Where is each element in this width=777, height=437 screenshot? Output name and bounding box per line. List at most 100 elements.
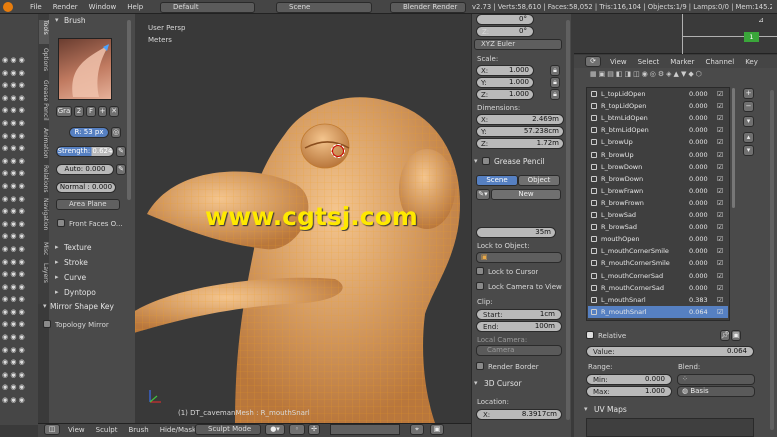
eye-icon[interactable]: ◉ ◉ ◉ (2, 220, 36, 233)
shape-key-name[interactable]: R_mouthCornerSmile (601, 259, 670, 267)
shape-key-row[interactable]: R_topLidOpen 0.000 ☑ (588, 100, 728, 112)
3d-cursor-header[interactable]: 3D Cursor (484, 379, 522, 388)
properties-context-icons[interactable]: ▦▣▤◧◨◫◉◎⚙◈▲▼◆⬡ (590, 70, 770, 78)
eye-icon[interactable]: ◉ ◉ ◉ (2, 195, 36, 208)
move-up-icon[interactable]: ▴ (743, 132, 754, 143)
menu-select[interactable]: Select (638, 58, 660, 66)
tab-navigation[interactable]: Navigation (39, 198, 49, 238)
shape-key-value[interactable]: 0.000 (689, 247, 708, 255)
collapsed-arrow-icon[interactable]: ▸ (55, 288, 59, 296)
collapse-arrow-icon[interactable]: ▾ (584, 405, 588, 413)
pressure-strength-icon[interactable]: ✎ (116, 146, 126, 157)
menu-file[interactable]: File (30, 3, 42, 11)
tab-grease-pencil[interactable]: Grease Pencil (39, 80, 49, 124)
normal-weight-field[interactable]: Normal : 0.000 (56, 182, 116, 193)
shape-key-name[interactable]: L_browUp (601, 138, 633, 146)
local-camera-field[interactable]: Camera (476, 345, 562, 356)
rotation-y-field[interactable]: 0° (476, 14, 534, 25)
mute-checkbox-icon[interactable]: ☑ (717, 138, 723, 146)
shape-key-value[interactable]: 0.000 (689, 114, 708, 122)
menu-view[interactable]: View (68, 426, 85, 434)
mini-graph-area[interactable]: 1 (574, 14, 777, 54)
mute-checkbox-icon[interactable]: ☑ (717, 102, 723, 110)
lock-icon[interactable]: 🔒︎ (550, 89, 560, 100)
shape-key-row[interactable]: L_mouthCornerSad 0.000 ☑ (588, 270, 728, 282)
gp-tab-object[interactable]: Object (518, 175, 560, 186)
eye-icon[interactable]: ◉ ◉ ◉ (2, 119, 36, 132)
dimension-z-field[interactable]: 1.72m (476, 138, 564, 149)
brush-panel-header[interactable]: Brush (64, 16, 86, 25)
shape-key-name[interactable]: mouthOpen (601, 235, 639, 243)
lens-field-partial[interactable]: 35m (476, 227, 556, 238)
collapse-arrow-icon[interactable]: ▾ (43, 302, 47, 310)
grease-pencil-header[interactable]: Grease Pencil (494, 157, 545, 166)
shape-key-name[interactable]: R_browDown (601, 175, 643, 183)
mute-checkbox-icon[interactable]: ☑ (717, 308, 723, 316)
collapse-arrow-icon[interactable]: ▾ (55, 16, 59, 24)
view-resize-handle-icon[interactable]: ⊿ (758, 16, 764, 24)
shape-key-value[interactable]: 0.000 (689, 211, 708, 219)
eye-icon[interactable]: ◉ ◉ ◉ (2, 106, 36, 119)
eye-icon[interactable]: ◉ ◉ ◉ (2, 346, 36, 359)
shape-key-row[interactable]: L_mouthCornerSmile 0.000 ☑ (588, 245, 728, 257)
scene-select[interactable]: Scene (276, 2, 372, 13)
eye-icon[interactable]: ◉ ◉ ◉ (2, 371, 36, 384)
eye-icon[interactable]: ◉ ◉ ◉ (2, 132, 36, 145)
layer-buttons[interactable] (330, 424, 400, 435)
shape-key-name[interactable]: L_browDown (601, 163, 642, 171)
edit-mode-icon[interactable]: ▣ (731, 330, 741, 341)
lock-camera-checkbox[interactable] (476, 282, 484, 290)
shape-key-row[interactable]: L_mouthSnarl 0.383 ☑ (588, 294, 728, 306)
unlink-brush-icon[interactable]: ✕ (109, 106, 119, 117)
shape-key-name[interactable]: L_topLidOpen (601, 90, 645, 98)
uv-map-list[interactable] (586, 418, 754, 437)
properties-scrollbar[interactable] (770, 90, 774, 430)
shape-key-name[interactable]: R_topLidOpen (601, 102, 646, 110)
tab-misc[interactable]: Misc (39, 242, 49, 260)
tab-tools[interactable]: Tools (39, 20, 49, 44)
texture-panel-header[interactable]: Texture (64, 243, 91, 252)
eye-icon[interactable]: ◉ ◉ ◉ (2, 295, 36, 308)
pin-icon[interactable]: 📌︎ (720, 330, 730, 341)
eye-icon[interactable]: ◉ ◉ ◉ (2, 169, 36, 182)
mute-checkbox-icon[interactable]: ☑ (717, 114, 723, 122)
lock-to-object-field[interactable]: ▣ (476, 252, 562, 263)
shape-key-value[interactable]: 0.000 (689, 187, 708, 195)
mute-checkbox-icon[interactable]: ☑ (717, 211, 723, 219)
shape-key-row[interactable]: R_browDown 0.000 ☑ (588, 173, 728, 185)
screen-layout-select[interactable]: Default (160, 2, 255, 13)
eye-icon[interactable]: ◉ ◉ ◉ (2, 69, 36, 82)
eye-icon[interactable]: ◉ ◉ ◉ (2, 270, 36, 283)
brush-name-field[interactable]: Gra (56, 106, 72, 117)
eye-icon[interactable]: ◉ ◉ ◉ (2, 308, 36, 321)
shape-key-row[interactable]: R_browUp 0.000 ☑ (588, 149, 728, 161)
autosmooth-field[interactable]: Auto: 0.000 (56, 164, 114, 175)
brush-fake-user-button[interactable]: F (86, 106, 96, 117)
shape-key-name[interactable]: R_browSad (601, 223, 637, 231)
snap-icon[interactable]: ⌖ (410, 424, 424, 435)
stroke-panel-header[interactable]: Stroke (64, 258, 88, 267)
front-faces-checkbox[interactable] (57, 219, 65, 227)
mute-checkbox-icon[interactable]: ☑ (717, 247, 723, 255)
collapse-arrow-icon[interactable]: ▾ (474, 157, 478, 165)
tab-options[interactable]: Options (39, 48, 49, 76)
shape-key-row[interactable]: L_browFrawn 0.000 ☑ (588, 185, 728, 197)
lock-icon[interactable]: 🔒︎ (550, 77, 560, 88)
menu-view[interactable]: View (610, 58, 627, 66)
gp-tab-scene[interactable]: Scene (476, 175, 518, 186)
eye-icon[interactable]: ◉ ◉ ◉ (2, 333, 36, 346)
shape-key-row[interactable]: R_mouthCornerSmile 0.000 ☑ (588, 257, 728, 269)
lock-to-cursor-checkbox[interactable] (476, 267, 484, 275)
dyntopo-panel-header[interactable]: Dyntopo (64, 288, 96, 297)
shape-key-row[interactable]: L_btmLidOpen 0.000 ☑ (588, 112, 728, 124)
shape-key-name[interactable]: R_browFrown (601, 199, 644, 207)
remove-shape-key-icon[interactable]: − (743, 101, 754, 112)
shape-key-value[interactable]: 0.064 (689, 308, 708, 316)
shape-key-value[interactable]: 0.000 (689, 175, 708, 183)
shape-key-value[interactable]: 0.000 (689, 102, 708, 110)
eye-icon[interactable]: ◉ ◉ ◉ (2, 144, 36, 157)
uv-maps-header[interactable]: UV Maps (594, 405, 627, 414)
shape-key-name[interactable]: L_mouthSnarl (601, 296, 646, 304)
tab-layers[interactable]: Layers (39, 263, 49, 289)
dimension-x-field[interactable]: 2.469m (476, 114, 564, 125)
